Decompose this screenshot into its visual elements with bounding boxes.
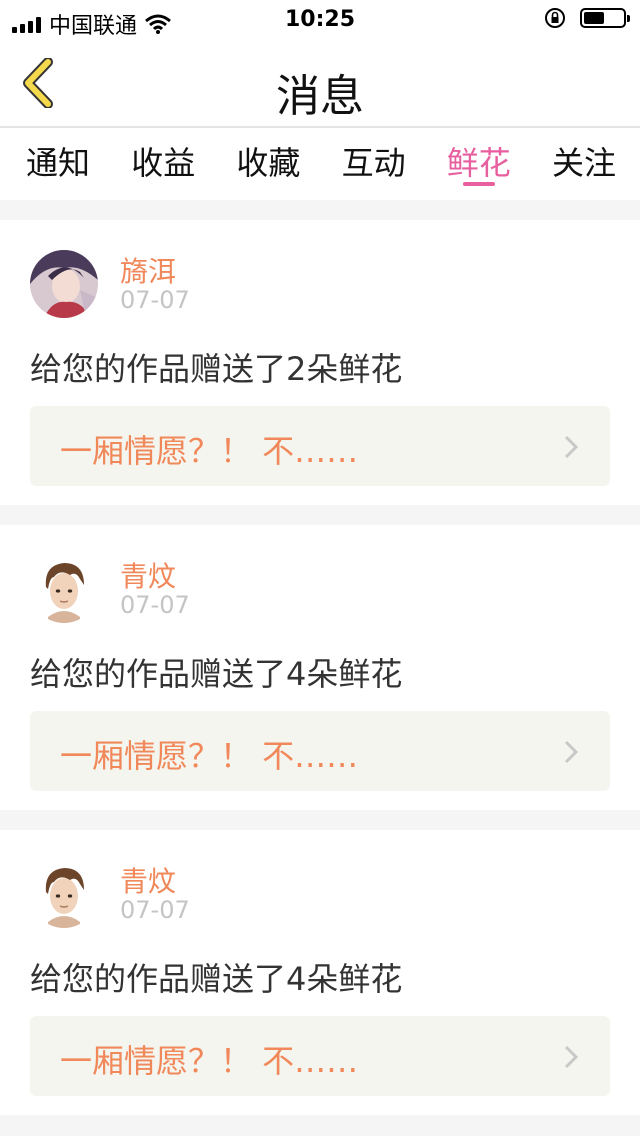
tab-interaction[interactable]: 互动: [342, 128, 406, 200]
post-date: 07-07: [120, 591, 190, 619]
user-avatar-image: [30, 860, 98, 928]
tab-follow[interactable]: 关注: [552, 128, 616, 200]
status-right: [544, 7, 630, 29]
user-name[interactable]: 青炆: [120, 860, 176, 900]
nav-bar: 消息: [0, 40, 640, 128]
gift-text: 给您的作品赠送了2朵鲜花: [30, 350, 403, 388]
orientation-lock-icon: [545, 8, 565, 28]
message-card: 青炆 07-07 给您的作品赠送了4朵鲜花 一厢情愿？！ 不……: [0, 830, 640, 1115]
chevron-right-icon: [564, 435, 579, 459]
battery-level: [584, 12, 604, 24]
avatar[interactable]: [30, 250, 98, 318]
tab-earnings[interactable]: 收益: [131, 128, 195, 200]
page-title: 消息: [276, 71, 364, 122]
work-link[interactable]: 一厢情愿？！ 不……: [30, 1016, 610, 1096]
post-date: 07-07: [120, 286, 190, 314]
battery-icon: [580, 8, 630, 28]
status-bar: 中国联通 10:25: [0, 0, 640, 40]
work-title: 一厢情愿？！ 不……: [60, 432, 359, 470]
avatar[interactable]: [30, 555, 98, 623]
tab-flowers[interactable]: 鲜花: [447, 128, 511, 200]
user-avatar-image: [30, 250, 98, 318]
user-name[interactable]: 青炆: [120, 555, 176, 595]
message-card: 青炆 07-07 给您的作品赠送了4朵鲜花 一厢情愿？！ 不……: [0, 525, 640, 810]
tab-bar: 通知 收益 收藏 互动 鲜花 关注: [0, 128, 640, 200]
user-name[interactable]: 旖洱: [120, 250, 176, 290]
work-link[interactable]: 一厢情愿？！ 不……: [30, 711, 610, 791]
work-title: 一厢情愿？！ 不……: [60, 1042, 359, 1080]
work-title: 一厢情愿？！ 不……: [60, 737, 359, 775]
gift-text: 给您的作品赠送了4朵鲜花: [30, 960, 403, 998]
post-date: 07-07: [120, 896, 190, 924]
message-card: 旖洱 07-07 给您的作品赠送了2朵鲜花 一厢情愿？！ 不……: [0, 220, 640, 505]
tab-notice[interactable]: 通知: [26, 128, 90, 200]
user-avatar-image: [30, 555, 98, 623]
avatar[interactable]: [30, 860, 98, 928]
gift-text: 给您的作品赠送了4朵鲜花: [30, 655, 403, 693]
tab-favorites[interactable]: 收藏: [236, 128, 300, 200]
chevron-right-icon: [564, 1045, 579, 1069]
chevron-right-icon: [564, 740, 579, 764]
work-link[interactable]: 一厢情愿？！ 不……: [30, 406, 610, 486]
message-list: 旖洱 07-07 给您的作品赠送了2朵鲜花 一厢情愿？！ 不…… 青炆 07-0…: [0, 200, 640, 1115]
